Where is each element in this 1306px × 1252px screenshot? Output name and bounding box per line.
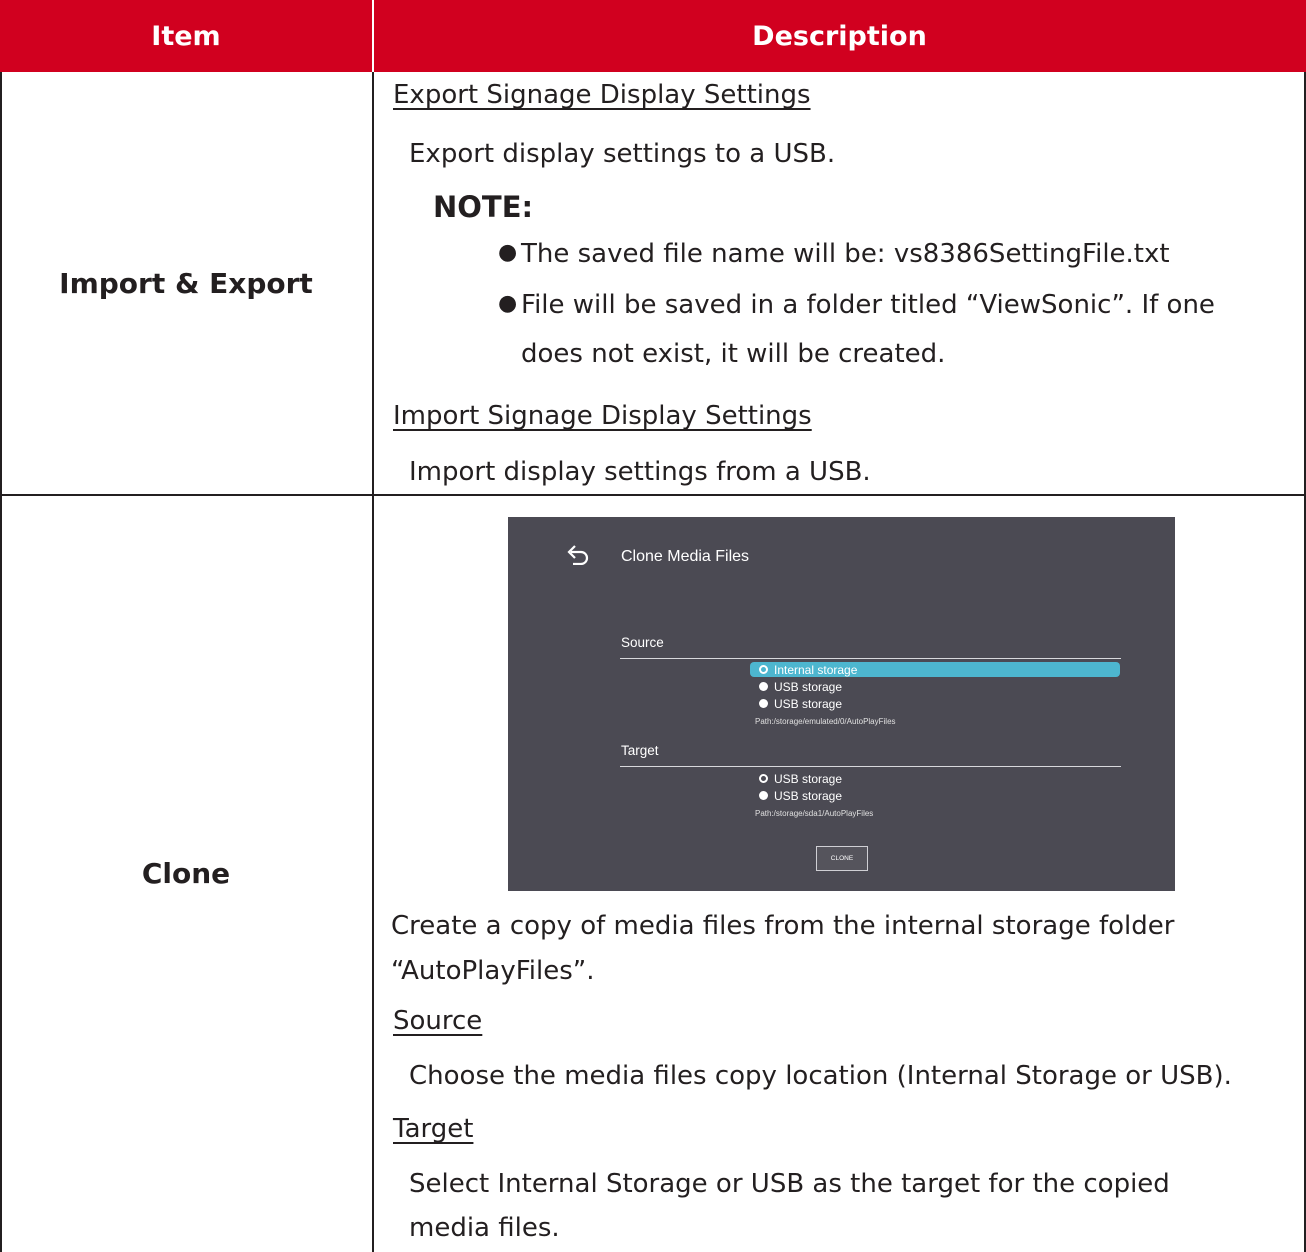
note-label: NOTE: [433,190,534,224]
bullet-dot: ● [498,291,518,316]
radio-selected-icon [759,774,768,783]
target-path: Path:/storage/sda1/AutoPlayFiles [755,809,874,818]
import-heading: Import Signage Display Settings [393,401,812,431]
table-border-right [1304,72,1306,1252]
note-bullet-2-cont: does not exist, it will be created. [521,339,946,369]
note-bullet-1: The saved file name will be: vs8386Setti… [521,239,1170,269]
header-item: Item [151,20,221,52]
clone-media-screenshot: Clone Media Files Source Internal storag… [508,517,1175,891]
target-description-1: Select Internal Storage or USB as the ta… [409,1169,1170,1199]
target-description-2: media files. [409,1213,560,1243]
target-option-usb-1[interactable]: USB storage [750,771,842,786]
source-option-usb-2[interactable]: USB storage [750,696,842,711]
source-option-usb-1[interactable]: USB storage [750,679,842,694]
source-option-internal[interactable]: Internal storage [750,662,1120,677]
source-description: Choose the media files copy location (In… [409,1061,1232,1091]
screen-title: Clone Media Files [621,548,750,565]
export-heading: Export Signage Display Settings [393,80,811,110]
target-option-usb-2[interactable]: USB storage [750,788,842,803]
row-item-import-export: Import & Export [59,266,313,300]
note-bullet-2: File will be saved in a folder titled “V… [521,290,1215,320]
bullet-dot: ● [498,240,518,265]
export-description: Export display settings to a USB. [409,139,836,169]
clone-description-1: Create a copy of media files from the in… [391,911,1175,941]
target-section-label: Target [621,743,659,758]
import-description: Import display settings from a USB. [409,457,871,487]
target-divider [620,766,1121,767]
column-divider [372,72,374,1252]
source-section-label: Source [621,635,664,650]
radio-icon [759,791,768,800]
table-header: Item Description [0,0,1306,72]
back-arrow-icon [567,545,589,565]
radio-selected-icon [759,665,768,674]
radio-icon [759,682,768,691]
row-item-clone: Clone [141,857,231,890]
target-heading: Target [393,1114,474,1144]
header-description: Description [752,20,927,52]
radio-icon [759,699,768,708]
clone-button[interactable]: CLONE [816,846,868,871]
source-path: Path:/storage/emulated/0/AutoPlayFiles [755,717,896,726]
clone-description-2: “AutoPlayFiles”. [391,956,595,986]
source-divider [620,658,1121,659]
source-heading: Source [393,1006,483,1036]
